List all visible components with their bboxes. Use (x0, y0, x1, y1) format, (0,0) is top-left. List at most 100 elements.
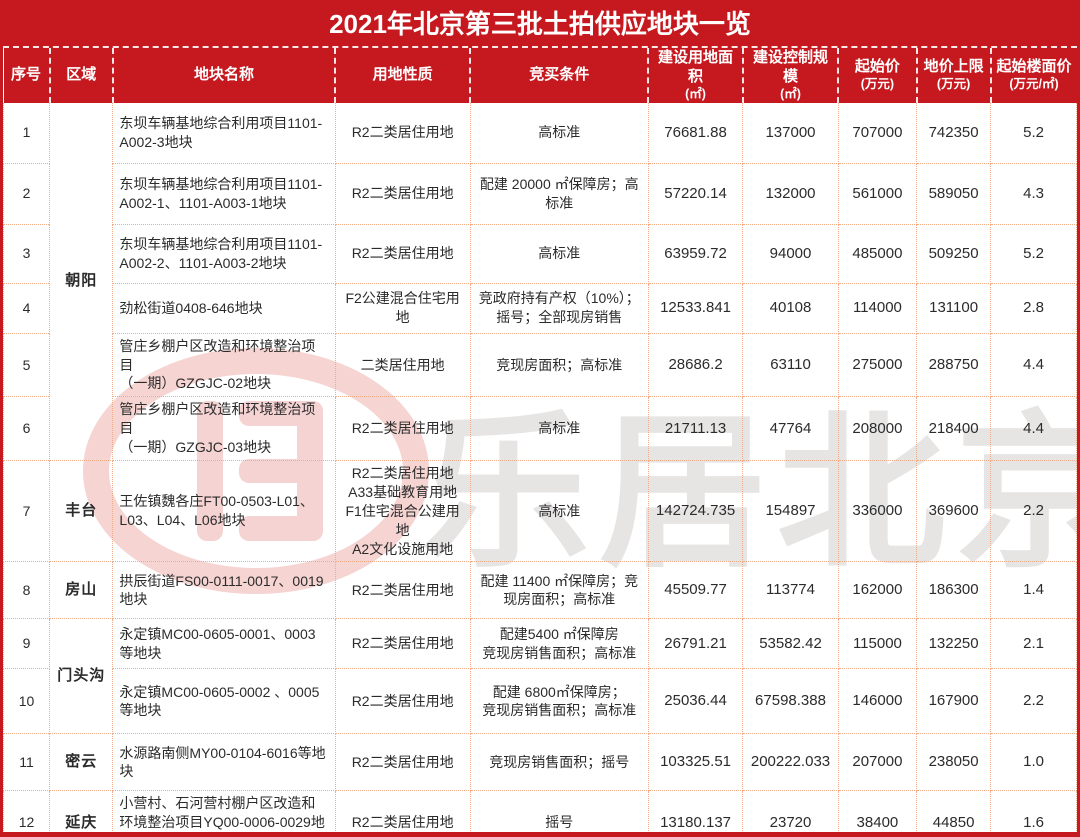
scale-value: 53582.42 (743, 619, 838, 669)
bid-condition: 高标准 (470, 224, 648, 283)
table-header-row: 序号 区域 地块名称 用地性质 竞买条件 建设用地面积(㎡) 建设控制规模(㎡)… (4, 48, 1077, 103)
plot-name: 王佐镇魏各庄FT00-0503-L01、 L03、L04、L06地块 (113, 460, 335, 561)
cap-price-value: 509250 (917, 224, 991, 283)
area-value: 103325.51 (648, 734, 742, 791)
cap-price-value: 167900 (917, 669, 991, 734)
area-value: 57220.14 (648, 163, 742, 224)
row-no: 8 (4, 562, 50, 619)
row-no: 2 (4, 163, 50, 224)
land-use: R2二类居住用地 (335, 791, 470, 837)
region-cell-miyun: 密云 (50, 734, 113, 791)
table-row: 12 延庆 小营村、石河营村棚户区改造和环境整治项目YQ00-0006-0029… (4, 791, 1077, 837)
land-use: R2二类居住用地 (335, 163, 470, 224)
table-row: 4 劲松街道0408-646地块 F2公建混合住宅用地 竞政府持有产权（10%）… (4, 283, 1077, 333)
bid-condition: 高标准 (470, 460, 648, 561)
infographic-container: 乐居北京 2021年北京第三批土拍供应地块一览 序号 区域 地块名称 用地性质 … (0, 0, 1080, 837)
header-scale: 建设控制规模(㎡) (743, 48, 838, 103)
floor-price-value: 5.2 (991, 103, 1077, 163)
bid-condition: 竞现房面积；高标准 (470, 333, 648, 397)
header-no: 序号 (4, 48, 50, 103)
region-cell-fengtai: 丰台 (50, 460, 113, 561)
floor-price-value: 1.4 (991, 562, 1077, 619)
table-row: 3 东坝车辆基地综合利用项目1101-A002-2、1101-A003-2地块 … (4, 224, 1077, 283)
area-value: 13180.137 (648, 791, 742, 837)
row-no: 9 (4, 619, 50, 669)
plot-name: 水源路南侧MY00-0104-6016等地块 (113, 734, 335, 791)
scale-value: 23720 (743, 791, 838, 837)
area-value: 26791.21 (648, 619, 742, 669)
scale-value: 40108 (743, 283, 838, 333)
area-value: 12533.841 (648, 283, 742, 333)
cap-price-value: 238050 (917, 734, 991, 791)
start-price-value: 162000 (838, 562, 916, 619)
header-area: 建设用地面积(㎡) (648, 48, 742, 103)
land-use: R2二类居住用地 A33基础教育用地 F1住宅混合公建用地 A2文化设施用地 (335, 460, 470, 561)
header-region: 区域 (50, 48, 113, 103)
bid-condition: 配建 20000 ㎡保障房；高标准 (470, 163, 648, 224)
land-use: R2二类居住用地 (335, 397, 470, 461)
cap-price-value: 288750 (917, 333, 991, 397)
cap-price-value: 186300 (917, 562, 991, 619)
area-value: 76681.88 (648, 103, 742, 163)
row-no: 5 (4, 333, 50, 397)
bid-condition: 竞现房销售面积；摇号 (470, 734, 648, 791)
bid-condition: 配建 6800㎡保障房； 竞现房销售面积；高标准 (470, 669, 648, 734)
land-use: R2二类居住用地 (335, 224, 470, 283)
scale-value: 94000 (743, 224, 838, 283)
start-price-value: 208000 (838, 397, 916, 461)
table-row: 10 永定镇MC00-0605-0002 、0005等地块 R2二类居住用地 配… (4, 669, 1077, 734)
page-title: 2021年北京第三批土拍供应地块一览 (3, 3, 1077, 48)
floor-price-value: 2.1 (991, 619, 1077, 669)
floor-price-value: 4.4 (991, 397, 1077, 461)
plot-name: 管庄乡棚户区改造和环境整治项目 （一期）GZGJC-03地块 (113, 397, 335, 461)
cap-price-value: 369600 (917, 460, 991, 561)
floor-price-value: 1.6 (991, 791, 1077, 837)
row-no: 11 (4, 734, 50, 791)
start-price-value: 114000 (838, 283, 916, 333)
row-no: 3 (4, 224, 50, 283)
region-cell-fangshan: 房山 (50, 562, 113, 619)
plot-name: 东坝车辆基地综合利用项目1101-A002-3地块 (113, 103, 335, 163)
start-price-value: 146000 (838, 669, 916, 734)
start-price-value: 115000 (838, 619, 916, 669)
cap-price-value: 131100 (917, 283, 991, 333)
plot-name: 东坝车辆基地综合利用项目1101-A002-1、1101-A003-1地块 (113, 163, 335, 224)
scale-value: 47764 (743, 397, 838, 461)
table-row: 1 朝阳 东坝车辆基地综合利用项目1101-A002-3地块 R2二类居住用地 … (4, 103, 1077, 163)
plot-name: 永定镇MC00-0605-0001、0003等地块 (113, 619, 335, 669)
table-row: 5 管庄乡棚户区改造和环境整治项目 （一期）GZGJC-02地块 二类居住用地 … (4, 333, 1077, 397)
header-cap-price: 地价上限(万元) (917, 48, 991, 103)
header-use: 用地性质 (335, 48, 470, 103)
region-cell-mentougou: 门头沟 (50, 619, 113, 734)
start-price-value: 707000 (838, 103, 916, 163)
floor-price-value: 2.2 (991, 460, 1077, 561)
land-use: R2二类居住用地 (335, 103, 470, 163)
cap-price-value: 742350 (917, 103, 991, 163)
scale-value: 200222.033 (743, 734, 838, 791)
land-use: R2二类居住用地 (335, 562, 470, 619)
area-value: 21711.13 (648, 397, 742, 461)
plot-name: 拱辰街道FS00-0111-0017、0019地块 (113, 562, 335, 619)
cap-price-value: 589050 (917, 163, 991, 224)
plot-name: 劲松街道0408-646地块 (113, 283, 335, 333)
land-use: R2二类居住用地 (335, 669, 470, 734)
cap-price-value: 218400 (917, 397, 991, 461)
table-row: 7 丰台 王佐镇魏各庄FT00-0503-L01、 L03、L04、L06地块 … (4, 460, 1077, 561)
plot-name: 东坝车辆基地综合利用项目1101-A002-2、1101-A003-2地块 (113, 224, 335, 283)
land-auction-table: 序号 区域 地块名称 用地性质 竞买条件 建设用地面积(㎡) 建设控制规模(㎡)… (3, 48, 1077, 837)
scale-value: 154897 (743, 460, 838, 561)
land-use: R2二类居住用地 (335, 734, 470, 791)
bid-condition: 摇号 (470, 791, 648, 837)
row-no: 7 (4, 460, 50, 561)
floor-price-value: 4.3 (991, 163, 1077, 224)
land-use: F2公建混合住宅用地 (335, 283, 470, 333)
bid-condition: 高标准 (470, 103, 648, 163)
land-use: 二类居住用地 (335, 333, 470, 397)
floor-price-value: 2.8 (991, 283, 1077, 333)
area-value: 142724.735 (648, 460, 742, 561)
floor-price-value: 4.4 (991, 333, 1077, 397)
floor-price-value: 5.2 (991, 224, 1077, 283)
region-cell-yanqing: 延庆 (50, 791, 113, 837)
header-floor-price: 起始楼面价(万元/㎡) (991, 48, 1077, 103)
scale-value: 63110 (743, 333, 838, 397)
